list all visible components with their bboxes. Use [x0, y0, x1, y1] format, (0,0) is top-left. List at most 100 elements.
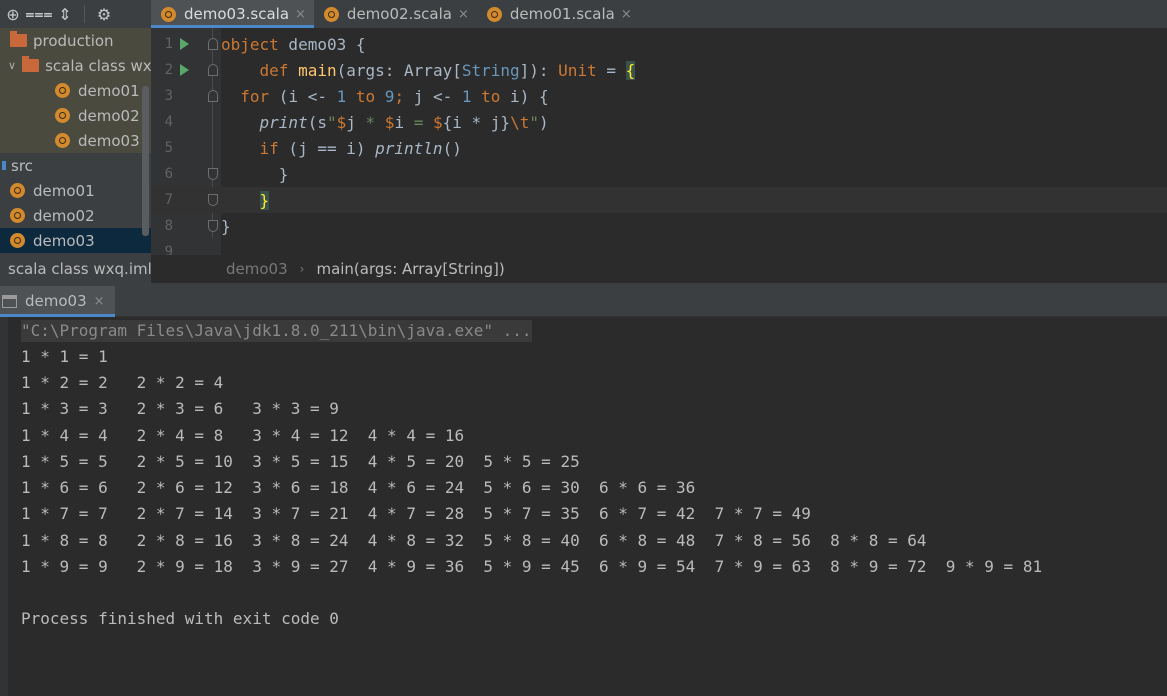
tree-item-label: src: [11, 156, 33, 175]
code-text: }: [259, 190, 270, 210]
tree-item-label: demo02: [78, 106, 140, 125]
tree-item-label: demo03: [78, 131, 140, 150]
console-line: 1 * 6 = 6 2 * 6 = 12 3 * 6 = 18 4 * 6 = …: [21, 478, 696, 497]
close-icon[interactable]: ×: [295, 7, 306, 22]
code-text: def main(args: Array[String]): Unit = {: [259, 60, 636, 80]
tree-item-label: demo01: [78, 81, 140, 100]
line-number: 6: [164, 166, 173, 182]
scala-object-icon: [10, 233, 25, 248]
tree-item-label: production: [33, 31, 114, 50]
fold-icon[interactable]: [208, 90, 218, 102]
console-line: 1 * 8 = 8 2 * 8 = 16 3 * 8 = 24 4 * 8 = …: [21, 531, 927, 550]
fold-icon[interactable]: [208, 220, 218, 232]
code-line-4: 4 print(s"$j * $i = ${i * j}\t"): [151, 109, 1167, 135]
console-icon: [2, 294, 17, 308]
tree-item-out-demo03[interactable]: demo03: [0, 128, 151, 153]
tree-item-iml[interactable]: scala class wxq.iml: [0, 255, 151, 283]
run-console[interactable]: "C:\Program Files\Java\jdk1.8.0_211\bin\…: [0, 317, 1167, 696]
breadcrumb-object[interactable]: demo03: [226, 260, 288, 278]
tree-item-production[interactable]: production: [0, 28, 151, 53]
tree-item-module-folder[interactable]: ∨ scala class wx: [0, 53, 151, 78]
tab-demo01-scala[interactable]: demo01.scala ×: [477, 0, 640, 28]
code-line-8: 8 }: [151, 213, 1167, 239]
tree-item-label: demo01: [33, 181, 95, 200]
chevron-down-icon[interactable]: ∨: [8, 59, 16, 72]
tree-item-label: scala class wx: [45, 56, 151, 75]
tree-item-out-demo01[interactable]: demo01: [0, 78, 151, 103]
console-gutter: [0, 317, 8, 696]
line-number: 9: [164, 244, 173, 255]
gear-icon[interactable]: ⚙: [91, 2, 117, 26]
close-icon[interactable]: ×: [94, 294, 105, 309]
expand-all-icon[interactable]: ⇕: [52, 2, 78, 26]
tree-item-label: demo03: [33, 231, 95, 250]
code-text: for (i <- 1 to 9; j <- 1 to i) {: [240, 86, 549, 106]
fold-icon[interactable]: [208, 64, 218, 76]
code-line-2: 2 def main(args: Array[String]): Unit = …: [151, 57, 1167, 83]
run-tabbar: demo03 ×: [0, 285, 1167, 317]
scala-object-icon: [161, 6, 176, 22]
target-icon[interactable]: ⊕: [0, 2, 26, 26]
line-number: 8: [164, 218, 173, 234]
code-line-3: 3 for (i <- 1 to 9; j <- 1 to i) {: [151, 83, 1167, 109]
run-tab-demo03[interactable]: demo03 ×: [0, 285, 115, 317]
tree-item-src[interactable]: src: [0, 153, 151, 178]
line-number: 4: [164, 114, 173, 130]
breadcrumb: demo03 › main(args: Array[String]): [151, 255, 1167, 283]
code-text: object demo03 {: [221, 34, 366, 54]
fold-icon[interactable]: [208, 194, 218, 206]
scala-object-icon: [55, 108, 70, 123]
fold-icon[interactable]: [208, 168, 218, 180]
code-editor[interactable]: 1 object demo03 { 2 def main(args: Array…: [151, 28, 1167, 255]
tree-item-src-demo02[interactable]: demo02: [0, 203, 151, 228]
project-toolbar: ⊕ ⩶ ⇕ ⚙: [0, 0, 151, 28]
code-line-7: 7 }: [151, 187, 1167, 213]
run-icon[interactable]: [180, 38, 189, 50]
line-number: 2: [164, 62, 173, 78]
console-line: 1 * 7 = 7 2 * 7 = 14 3 * 7 = 21 4 * 7 = …: [21, 504, 811, 523]
tree-item-label: scala class wxq.iml: [8, 260, 151, 278]
tab-label: demo01.scala: [509, 5, 615, 23]
scala-object-icon: [10, 183, 25, 198]
scala-object-icon: [323, 6, 339, 22]
fold-icon[interactable]: [208, 38, 218, 50]
tree-item-src-demo03[interactable]: demo03: [0, 228, 151, 253]
scala-object-icon: [10, 208, 25, 223]
tree-item-src-demo01[interactable]: demo01: [0, 178, 151, 203]
project-tree: production ∨ scala class wx demo01 demo0…: [0, 28, 151, 255]
tab-demo03-scala[interactable]: demo03.scala ×: [151, 0, 314, 28]
console-exit-line: Process finished with exit code 0: [21, 609, 339, 628]
tab-demo02-scala[interactable]: demo02.scala ×: [314, 0, 477, 28]
tab-label: demo02.scala: [346, 5, 452, 23]
code-text: }: [221, 164, 289, 184]
run-tab-label: demo03: [25, 292, 87, 310]
close-icon[interactable]: ×: [621, 7, 632, 22]
line-number: 1: [164, 36, 173, 52]
console-command-line: "C:\Program Files\Java\jdk1.8.0_211\bin\…: [21, 320, 532, 342]
source-folder-icon: [2, 161, 6, 170]
tree-item-label: demo02: [33, 206, 95, 225]
code-line-6: 6 }: [151, 161, 1167, 187]
line-number: 7: [164, 192, 173, 208]
console-line: 1 * 5 = 5 2 * 5 = 10 3 * 5 = 15 4 * 5 = …: [21, 452, 580, 471]
breadcrumb-method[interactable]: main(args: Array[String]): [316, 260, 504, 278]
run-icon[interactable]: [180, 64, 189, 76]
line-number: 3: [164, 88, 173, 104]
code-line-5: 5 if (j == i) println(): [151, 135, 1167, 161]
toolbar-divider: [84, 5, 85, 23]
collapse-all-icon[interactable]: ⩶: [25, 2, 52, 26]
console-line: 1 * 1 = 1: [21, 347, 108, 366]
editor-tabbar: demo03.scala × demo02.scala × demo01.sca…: [151, 0, 1167, 28]
code-text: }: [221, 216, 231, 236]
tree-item-out-demo02[interactable]: demo02: [0, 103, 151, 128]
code-line-9: 9: [151, 239, 1167, 255]
chevron-right-icon: ›: [299, 262, 305, 276]
console-line: 1 * 9 = 9 2 * 9 = 18 3 * 9 = 27 4 * 9 = …: [21, 557, 1043, 576]
tree-scrollbar[interactable]: [142, 86, 149, 236]
console-line: 1 * 4 = 4 2 * 4 = 8 3 * 4 = 12 4 * 4 = 1…: [21, 426, 465, 445]
scala-object-icon: [486, 6, 502, 22]
console-line: 1 * 2 = 2 2 * 2 = 4: [21, 373, 224, 392]
close-icon[interactable]: ×: [458, 7, 469, 22]
code-line-1: 1 object demo03 {: [151, 31, 1167, 57]
scala-object-icon: [55, 83, 70, 98]
